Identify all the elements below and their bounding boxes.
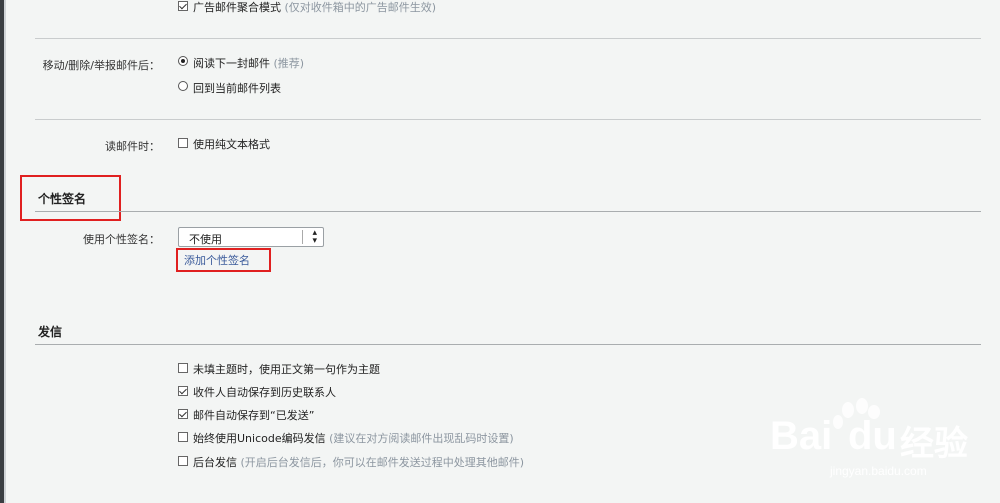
signature-use-label: 使用个性签名： [83,233,160,246]
read-next-hint: (推荐) [273,57,305,70]
plain-text-checkbox[interactable] [178,138,188,148]
background-send-hint: (开启后台发信后，你可以在邮件发送过程中处理其他邮件) [240,456,525,469]
baidu-brand-text-2: du [848,414,897,458]
annotation-box-signature-title [20,175,121,221]
background-send-checkbox[interactable] [178,456,188,466]
select-updown-icon: ▴ ▾ [312,228,317,246]
subject-from-body-label[interactable]: 未填主题时，使用正文第一句作为主题 [193,361,380,377]
reading-label: 读邮件时： [105,140,160,153]
ads-aggregate-label: 广告邮件聚合模式 [193,1,281,14]
select-separator [302,230,303,244]
unicode-option[interactable]: 始终使用Unicode编码发信 (建议在对方阅读邮件出现乱码时设置) [193,430,514,446]
save-sent-label[interactable]: 邮件自动保存到“已发送” [193,407,314,423]
annotation-box-add-signature [176,248,271,272]
divider [35,119,981,120]
jingyan-cn-text: 经验 [900,424,968,464]
background-send-label: 后台发信 [193,456,237,469]
unicode-checkbox[interactable] [178,432,188,442]
section-divider [35,211,981,212]
plain-text-label[interactable]: 使用纯文本格式 [193,136,270,152]
save-sent-checkbox[interactable] [178,409,188,419]
read-next-radio[interactable] [178,56,188,66]
signature-select-value: 不使用 [189,233,222,246]
send-section-title: 发信 [38,325,63,339]
section-divider [35,344,981,345]
read-next-label: 阅读下一封邮件 [193,57,270,70]
ads-aggregate-checkbox[interactable] [178,1,188,11]
watermark-url-text: jingyan.baidu.com [830,464,927,478]
baidu-jingyan-watermark: Bai du 经验 jingyan.baidu.com [770,398,985,488]
ads-aggregate-hint: (仅对收件箱中的广告邮件生效) [284,1,437,14]
unicode-hint: (建议在对方阅读邮件出现乱码时设置) [329,432,514,445]
background-send-option[interactable]: 后台发信 (开启后台发信后，你可以在邮件发送过程中处理其他邮件) [193,454,524,470]
back-to-list-label[interactable]: 回到当前邮件列表 [193,80,281,96]
save-contacts-checkbox[interactable] [178,386,188,396]
subject-from-body-checkbox[interactable] [178,363,188,373]
save-contacts-label[interactable]: 收件人自动保存到历史联系人 [193,384,336,400]
divider [35,38,981,39]
baidu-brand-text: Bai [770,414,833,458]
back-to-list-radio[interactable] [178,81,188,91]
after-action-label: 移动/删除/举报邮件后： [42,59,160,72]
unicode-label: 始终使用Unicode编码发信 [193,432,326,445]
signature-select[interactable]: 不使用 ▴ ▾ [178,227,324,247]
window-left-border [4,0,6,503]
ads-aggregate-option: 广告邮件聚合模式 (仅对收件箱中的广告邮件生效) [193,0,436,15]
read-next-option[interactable]: 阅读下一封邮件 (推荐) [193,55,304,71]
